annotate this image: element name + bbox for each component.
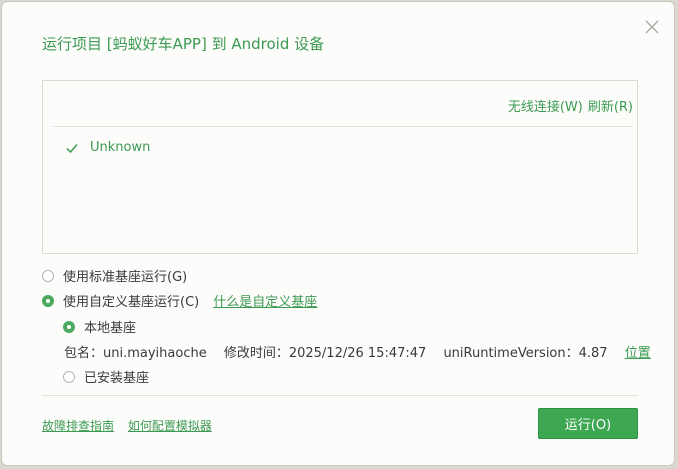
wireless-connect-link[interactable]: 无线连接(W) [508,100,583,115]
runtime-version: uniRuntimeVersion：4.87 [443,346,608,361]
package-name: 包名：uni.mayihaoche [64,346,207,361]
radio-icon[interactable] [63,370,75,383]
custom-base-help-link[interactable]: 什么是自定义基座 [213,291,317,310]
modified-time: 修改时间：2025/12/26 15:47:47 [223,346,427,361]
footer-divider [42,395,638,396]
dialog-title: 运行项目 [蚂蚁好车APP] 到 Android 设备 [42,35,325,53]
standard-base-label: 使用标准基座运行(G) [63,270,188,285]
device-list-actions: 无线连接(W) 刷新(R) [508,96,633,115]
radio-selected-icon[interactable] [63,320,75,333]
footer-links: 故障排查指南 如何配置模拟器 [42,417,212,434]
custom-base-label: 使用自定义基座运行(C) [63,295,200,310]
installed-base-label: 已安装基座 [84,371,150,386]
device-name: Unknown [90,140,151,155]
device-list-panel: 无线连接(W) 刷新(R) Unknown [42,80,638,254]
local-base-label: 本地基座 [84,321,137,336]
base-info: 包名：uni.mayihaoche 修改时间：2025/12/26 15:47:… [64,342,651,361]
custom-base-option[interactable]: 使用自定义基座运行(C) 什么是自定义基座 [42,291,317,310]
device-item[interactable]: Unknown [65,140,150,155]
checkmark-icon [66,143,78,153]
run-dialog: 运行项目 [蚂蚁好车APP] 到 Android 设备 无线连接(W) 刷新(R)… [1,1,675,466]
local-base-option[interactable]: 本地基座 [63,317,136,336]
divider [53,126,633,127]
standard-base-option[interactable]: 使用标准基座运行(G) [42,266,187,285]
emulator-config-link[interactable]: 如何配置模拟器 [128,419,212,433]
run-button[interactable]: 运行(O) [538,408,638,439]
installed-base-option[interactable]: 已安装基座 [63,367,149,386]
close-icon[interactable] [642,17,662,37]
radio-selected-icon[interactable] [42,294,54,307]
troubleshoot-link[interactable]: 故障排查指南 [42,419,114,433]
radio-icon[interactable] [42,269,54,282]
location-link[interactable]: 位置 [625,346,651,361]
refresh-link[interactable]: 刷新(R) [588,100,633,115]
